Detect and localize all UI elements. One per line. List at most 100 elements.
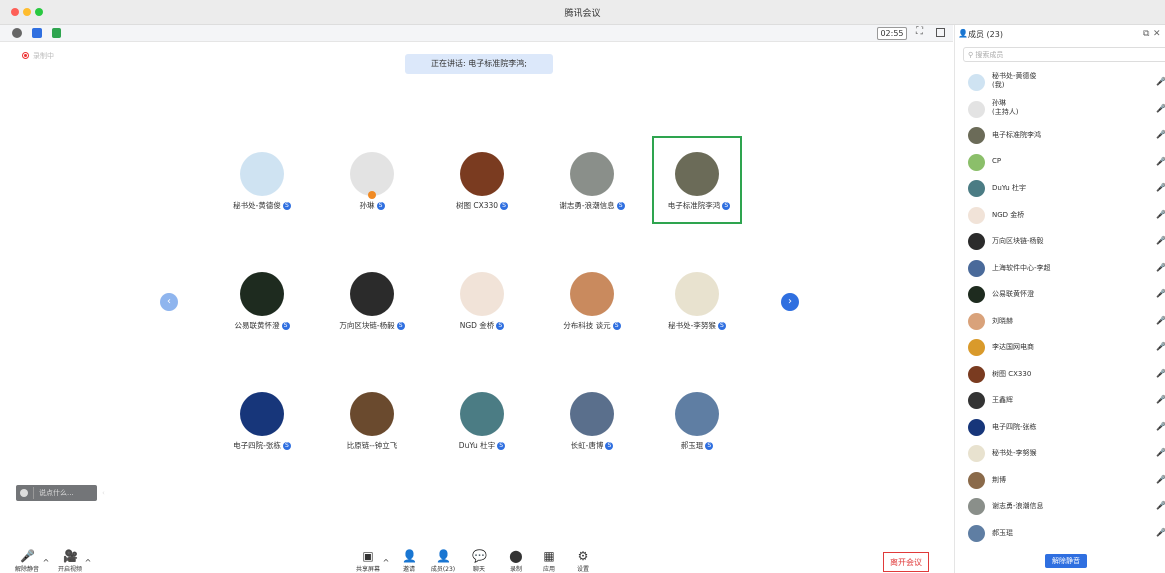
unmute-label: 解除静音 xyxy=(14,566,39,573)
mic-icon[interactable]: 🎤 xyxy=(1156,236,1165,245)
participant-tile[interactable]: 比原链--钟立飞 xyxy=(327,376,417,464)
participant-tile[interactable]: 孙琳 S xyxy=(327,136,417,224)
mic-icon[interactable]: 🎤 xyxy=(1156,263,1165,272)
member-row[interactable]: CP🎤■ xyxy=(955,150,1165,174)
mic-icon[interactable]: 🎤 xyxy=(1156,157,1165,166)
shield-icon[interactable] xyxy=(32,28,42,38)
participant-tile[interactable]: 分布科技 谈元 S xyxy=(547,256,637,344)
chat-input-box[interactable]: 说点什么... ‹ xyxy=(16,485,105,501)
participant-tile[interactable]: 秘书处-李努猴 S xyxy=(652,256,742,344)
member-row[interactable]: 电子标准院李鸿🎤■ xyxy=(955,123,1165,147)
prev-page-button[interactable]: ‹ xyxy=(160,293,178,311)
mic-icon[interactable]: 🎤 xyxy=(1156,77,1165,86)
participant-tile[interactable]: 郝玉琨 S xyxy=(652,376,742,464)
member-row[interactable]: 秘书处-李努猴🎤■ xyxy=(955,441,1165,465)
member-row[interactable]: NGD 金桥🎤■ xyxy=(955,203,1165,227)
next-page-button[interactable]: › xyxy=(781,293,799,311)
info-icon[interactable] xyxy=(12,28,22,38)
mic-icon[interactable]: 🎤 xyxy=(1156,316,1165,325)
emoji-icon[interactable] xyxy=(20,489,28,497)
member-search-input[interactable]: ⚲ 搜索成员 xyxy=(963,47,1165,62)
member-row[interactable]: 电子四院-张栋🎤■ xyxy=(955,415,1165,439)
member-row[interactable]: 万向区块链-杨毅🎤■ xyxy=(955,229,1165,253)
member-row[interactable]: DuYu 杜宇🎤■ xyxy=(955,176,1165,200)
members-panel: 👤 成员 (23) ⧉ ✕ ⚲ 搜索成员 秘书处-黄德俊 (我) 🎤 孙琳 (主持人) 🎤… xyxy=(954,25,1165,573)
mic-icon[interactable]: 🎤 xyxy=(1156,130,1165,139)
status-badge: S xyxy=(496,322,505,330)
collapse-chat-icon[interactable]: ‹ xyxy=(102,485,105,501)
member-name: DuYu 杜宇 xyxy=(992,183,1026,193)
member-role: (我) xyxy=(992,81,1005,89)
fullscreen-icon[interactable]: ⛶ xyxy=(916,26,923,37)
mic-icon[interactable]: 🎤 xyxy=(1156,183,1165,192)
participant-tile[interactable]: 公易联黄怀澄 S xyxy=(217,256,307,344)
member-row[interactable]: 秘书处-黄德俊 (我) 🎤 xyxy=(955,70,1165,94)
status-badge: S xyxy=(616,202,625,210)
avatar xyxy=(570,392,614,436)
avatar xyxy=(240,392,284,436)
avatar xyxy=(968,233,985,250)
member-name: 秘书处-李努猴 xyxy=(992,448,1037,458)
participant-tile[interactable]: 长虹-唐博 S xyxy=(547,376,637,464)
video-options-chevron[interactable]: ^ xyxy=(84,558,92,567)
member-row[interactable]: 树图 CX330🎤■ xyxy=(955,362,1165,386)
member-row[interactable]: 王鑫辉🎤■ xyxy=(955,388,1165,412)
settings-button[interactable]: ⚙ 设置 xyxy=(563,550,603,573)
member-name-text: 郝玉琨 xyxy=(992,528,1013,537)
member-row[interactable]: 谢志勇-浪潮信息🎤■ xyxy=(955,494,1165,518)
mic-icon[interactable]: 🎤 xyxy=(1156,501,1165,510)
member-row[interactable]: 刘晓赫🎤■ xyxy=(955,309,1165,333)
mic-icon[interactable]: 🎤 xyxy=(1156,448,1165,457)
participant-name-text: 电子四院-张栋 xyxy=(233,441,281,450)
search-icon: ⚲ xyxy=(968,51,974,59)
participant-tile[interactable]: 谢志勇-浪潮信息 S xyxy=(547,136,637,224)
member-name: 王鑫辉 xyxy=(992,395,1013,405)
participant-name: 秘书处-李努猴 S xyxy=(632,320,762,331)
members-icon: 👤 xyxy=(436,549,451,563)
close-icon[interactable]: ✕ xyxy=(1153,29,1161,39)
unmute-button[interactable]: 🎤 解除静音 xyxy=(7,550,47,573)
gear-icon: ⚙ xyxy=(577,549,589,563)
member-name-text: 秘书处-黄德俊 xyxy=(992,72,1037,80)
member-row[interactable]: 荆博🎤■ xyxy=(955,468,1165,492)
audio-options-chevron[interactable]: ^ xyxy=(42,558,50,567)
mic-icon[interactable]: 🎤 xyxy=(1156,475,1165,484)
mic-icon[interactable]: 🎤 xyxy=(1156,342,1165,351)
participant-tile[interactable]: 秘书处-黄德俊 S xyxy=(217,136,307,224)
participant-tile[interactable]: 电子标准院李鸿 S xyxy=(652,136,742,224)
leave-meeting-button[interactable]: 离开会议 xyxy=(883,552,929,572)
mic-icon[interactable]: 🎤 xyxy=(1156,104,1165,113)
signal-icon[interactable] xyxy=(52,28,61,38)
members-button[interactable]: 👤 成员(23) xyxy=(423,550,463,573)
active-speaker-banner: 正在讲话: 电子标准院李鸿; xyxy=(405,54,553,74)
member-row[interactable]: 李达国网电商🎤■ xyxy=(955,335,1165,359)
participant-tile[interactable]: DuYu 杜宇 S xyxy=(437,376,527,464)
mic-icon[interactable]: 🎤 xyxy=(1156,289,1165,298)
start-video-label: 开启视频 xyxy=(57,566,82,573)
mic-icon[interactable]: 🎤 xyxy=(1156,395,1165,404)
participant-tile[interactable]: 电子四院-张栋 S xyxy=(217,376,307,464)
avatar xyxy=(675,272,719,316)
member-row[interactable]: 孙琳(主持人)🎤■ xyxy=(955,97,1165,121)
record-icon: ⬤ xyxy=(509,549,523,563)
participant-tile[interactable]: 树图 CX330 S xyxy=(437,136,527,224)
member-row[interactable]: 郝玉琨🎤■ xyxy=(955,521,1165,545)
status-badge: S xyxy=(376,202,385,210)
popout-icon[interactable]: ⧉ xyxy=(1143,29,1149,39)
chat-label: 聊天 xyxy=(472,566,485,573)
mic-icon[interactable]: 🎤 xyxy=(1156,369,1165,378)
member-row[interactable]: 公易联黄怀澄🎤■ xyxy=(955,282,1165,306)
member-name: 万向区块链-杨毅 xyxy=(992,236,1044,246)
layout-toggle-icon[interactable] xyxy=(936,28,945,37)
participant-tile[interactable]: 万向区块链-杨毅 S xyxy=(327,256,417,344)
mic-icon[interactable]: 🎤 xyxy=(1156,528,1165,537)
participant-tile[interactable]: NGD 金桥 S xyxy=(437,256,527,344)
recording-label: 录制中 xyxy=(33,52,54,60)
unmute-all-button[interactable]: 解除静音 xyxy=(1045,554,1087,568)
mic-icon[interactable]: 🎤 xyxy=(1156,422,1165,431)
member-row[interactable]: 上海软件中心-李超🎤■ xyxy=(955,256,1165,280)
mic-icon[interactable]: 🎤 xyxy=(1156,210,1165,219)
chat-button[interactable]: 💬 聊天 xyxy=(459,550,499,573)
participant-name: 电子标准院李鸿 S xyxy=(634,200,764,211)
search-placeholder: 搜索成员 xyxy=(975,51,1004,59)
